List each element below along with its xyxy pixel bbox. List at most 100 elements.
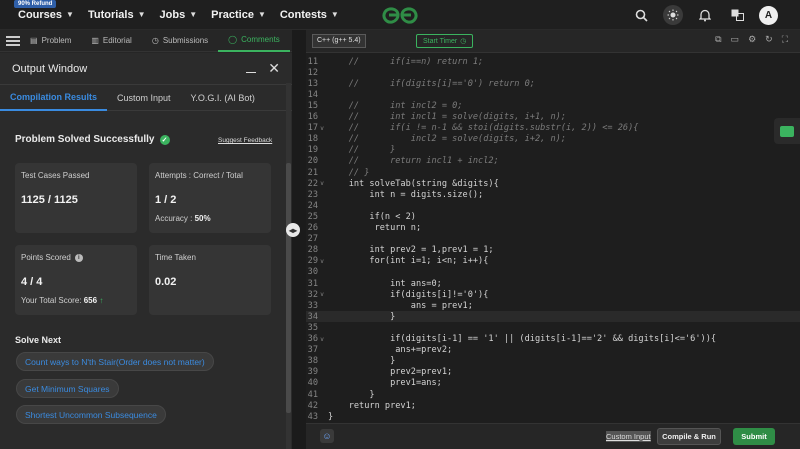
suggest-feedback-link[interactable]: Suggest Feedback: [218, 137, 272, 144]
tab-custom-input[interactable]: Custom Input: [107, 85, 181, 111]
nav-item-practice[interactable]: Practice ▼: [211, 9, 266, 21]
tab-submissions[interactable]: ◷ Submissions: [142, 30, 218, 52]
line-number: 33: [307, 300, 318, 311]
code-line[interactable]: 24: [306, 200, 800, 211]
code-line[interactable]: 11 // if(i==n) return 1;: [306, 56, 800, 67]
fold-toggle-icon[interactable]: v: [318, 258, 326, 265]
line-number: 32: [307, 289, 318, 300]
menu-icon[interactable]: [6, 35, 20, 46]
chevron-down-icon: ▼: [137, 10, 146, 19]
code-line[interactable]: 15 // int incl2 = 0;: [306, 100, 800, 111]
code-line[interactable]: 39 prev2=prev1;: [306, 367, 800, 378]
code-line[interactable]: 31 int ans=0;: [306, 278, 800, 289]
line-number: 29: [307, 256, 318, 267]
scrollbar-thumb[interactable]: [286, 163, 291, 413]
tab-problem[interactable]: ▤ Problem: [20, 30, 81, 52]
nav-item-contests[interactable]: Contests ▼: [280, 9, 339, 21]
chevron-down-icon: ▼: [66, 10, 74, 19]
line-number: 11: [307, 56, 318, 67]
start-timer-button[interactable]: Start Timer ◷: [416, 34, 474, 48]
code-line[interactable]: 30: [306, 267, 800, 278]
code-line[interactable]: 26 return n;: [306, 223, 800, 234]
bell-icon[interactable]: [695, 5, 715, 25]
code-line[interactable]: 22 v int solveTab(string &digits){: [306, 178, 800, 189]
solve-next-item[interactable]: Count ways to N'th Stair(Order does not …: [16, 352, 214, 371]
code-line[interactable]: 14: [306, 89, 800, 100]
code-line[interactable]: 13 // if(digits[i]=='0') return 0;: [306, 78, 800, 89]
code-line[interactable]: 33 ans = prev1;: [306, 300, 800, 311]
resize-handle-icon[interactable]: ◂▸: [286, 223, 300, 237]
code-line[interactable]: 18 // incl2 = solve(digits, i+2, n);: [306, 134, 800, 145]
line-number: 20: [307, 156, 318, 167]
tab-yogi-bot[interactable]: Y.O.G.I. (AI Bot): [181, 85, 265, 111]
card-points: Points Scored i 4 / 4 Your Total Score: 6…: [15, 245, 137, 315]
code-line[interactable]: 27: [306, 234, 800, 245]
chat-button[interactable]: [774, 118, 800, 144]
code-line[interactable]: 41 }: [306, 389, 800, 400]
fold-toggle-icon[interactable]: v: [318, 291, 326, 298]
output-tabs: Compilation Results Custom Input Y.O.G.I…: [0, 85, 292, 111]
timer-icon: ◷: [460, 38, 467, 45]
code-text: // return incl1 + incl2;: [328, 156, 499, 167]
minimize-icon[interactable]: [246, 71, 257, 74]
language-select[interactable]: C++ (g++ 5.4): [312, 34, 366, 48]
paste-icon[interactable]: ▭: [731, 34, 740, 45]
nav-item-tutorials[interactable]: Tutorials ▼: [88, 9, 146, 21]
chevron-down-icon: ▼: [257, 10, 266, 19]
nav-item-jobs[interactable]: Jobs ▼: [160, 9, 198, 21]
fold-toggle-icon[interactable]: v: [318, 125, 326, 132]
code-area[interactable]: 11 // if(i==n) return 1; 12 13 // if(digit…: [306, 53, 800, 423]
nav-item-courses[interactable]: Courses ▼: [18, 9, 74, 21]
settings-icon[interactable]: ⚙: [748, 34, 756, 45]
code-line[interactable]: 21 // }: [306, 167, 800, 178]
solve-next-item[interactable]: Shortest Uncommon Subsequence: [16, 405, 166, 424]
code-line[interactable]: 43}: [306, 411, 800, 422]
code-line[interactable]: 42 return prev1;: [306, 400, 800, 411]
code-line[interactable]: 38 }: [306, 356, 800, 367]
top-navbar: 90% Refund Courses ▼ Tutorials ▼ Jobs ▼ Pra…: [0, 0, 800, 30]
user-avatar[interactable]: A: [759, 5, 778, 25]
reset-icon[interactable]: ↻: [765, 34, 773, 45]
code-line[interactable]: 19 // }: [306, 145, 800, 156]
code-line[interactable]: 16 // int incl1 = solve(digits, i+1, n);: [306, 112, 800, 123]
code-line[interactable]: 29 v for(int i=1; i<n; i++){: [306, 256, 800, 267]
code-line[interactable]: 37 ans+=prev2;: [306, 345, 800, 356]
code-line[interactable]: 28 int prev2 = 1,prev1 = 1;: [306, 245, 800, 256]
code-line[interactable]: 36 v if(digits[i-1] == '1' || (digits[i-1…: [306, 334, 800, 345]
code-line[interactable]: 12: [306, 67, 800, 78]
code-line[interactable]: 25 if(n < 2): [306, 211, 800, 222]
line-number: 13: [307, 78, 318, 89]
search-icon[interactable]: [631, 5, 651, 25]
line-number: 12: [307, 67, 318, 78]
scrollbar[interactable]: [286, 83, 291, 449]
nav-menu: Courses ▼ Tutorials ▼ Jobs ▼ Practice ▼ Cont…: [0, 9, 353, 21]
tab-editorial[interactable]: ▥ Editorial: [81, 30, 141, 52]
refund-badge: 90% Refund: [14, 0, 57, 8]
custom-input-link[interactable]: Custom Input: [606, 431, 651, 442]
theme-toggle-icon[interactable]: [663, 5, 683, 25]
code-text: if(digits[i-1] == '1' || (digits[i-1]=='…: [328, 334, 717, 344]
copy-icon[interactable]: ⧉: [715, 34, 721, 45]
solve-next-item[interactable]: Get Minimum Squares: [16, 379, 119, 398]
info-icon[interactable]: i: [74, 253, 83, 262]
tab-compilation-results[interactable]: Compilation Results: [0, 85, 108, 111]
translate-icon[interactable]: [727, 5, 747, 25]
code-line[interactable]: 32 v if(digits[i]!='0'){: [306, 289, 800, 300]
code-line[interactable]: 34 }: [306, 311, 800, 323]
fold-toggle-icon[interactable]: v: [318, 336, 326, 343]
line-number: 30: [307, 267, 318, 278]
site-logo[interactable]: [378, 4, 422, 26]
code-line[interactable]: 20 // return incl1 + incl2;: [306, 156, 800, 167]
code-line[interactable]: 35: [306, 322, 800, 333]
submit-button[interactable]: Submit: [733, 428, 775, 445]
compile-run-button[interactable]: Compile & Run: [657, 428, 721, 445]
code-line[interactable]: 23 int n = digits.size();: [306, 189, 800, 200]
tab-comments[interactable]: ◯ Comments: [218, 30, 290, 52]
code-line[interactable]: 17 v // if(i != n-1 && stoi(digits.substr…: [306, 123, 800, 134]
ai-bot-icon[interactable]: ☺: [320, 429, 334, 443]
code-line[interactable]: 40 prev1=ans;: [306, 378, 800, 389]
fold-toggle-icon[interactable]: v: [318, 180, 326, 187]
fullscreen-icon[interactable]: ⛶: [782, 34, 788, 45]
close-icon[interactable]: ✕: [268, 60, 280, 77]
code-text: if(n < 2): [328, 211, 416, 222]
